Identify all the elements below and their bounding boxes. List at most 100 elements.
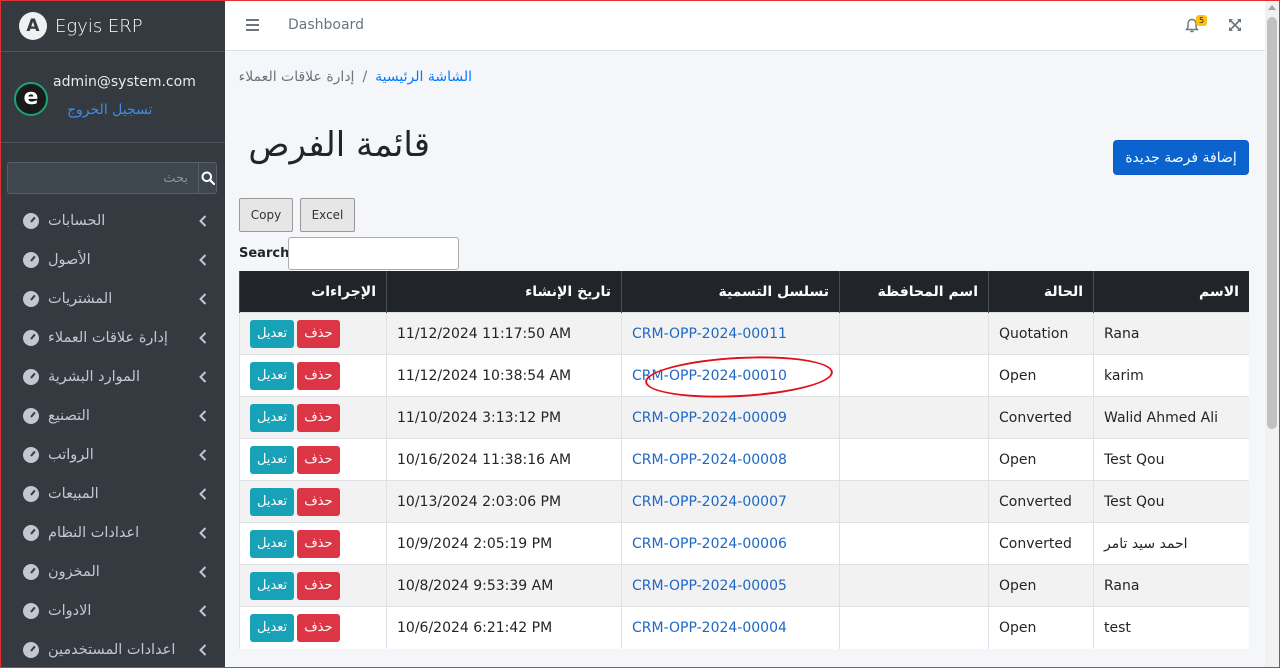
excel-button[interactable]: Excel xyxy=(300,198,355,232)
delete-button[interactable]: حذف xyxy=(297,613,340,642)
topbar: Dashboard 5 xyxy=(225,1,1265,51)
col-header-naming-series[interactable]: تسلسل التسمية xyxy=(621,271,840,313)
search-button[interactable] xyxy=(198,162,217,194)
table-search-input[interactable] xyxy=(288,237,459,270)
brand[interactable]: A Egyis ERP xyxy=(1,1,225,52)
search-icon xyxy=(201,171,215,185)
naming-series-link[interactable]: CRM-OPP-2024-00011 xyxy=(632,326,787,342)
cell-status: Converted xyxy=(988,522,1094,565)
edit-button[interactable]: تعديل xyxy=(250,529,295,558)
sidebar-item[interactable]: اعدادات النظام xyxy=(1,513,225,552)
naming-series-link[interactable]: CRM-OPP-2024-00004 xyxy=(632,620,787,636)
table-row[interactable]: Rana Open CRM-OPP-2024-00005 10/8/2024 9:53… xyxy=(239,564,1249,607)
cell-governorate xyxy=(839,396,989,439)
cell-governorate xyxy=(839,312,989,355)
sidebar-item[interactable]: الموارد البشرية xyxy=(1,357,225,396)
sidebar-item[interactable]: المشتريات xyxy=(1,279,225,318)
sidebar-item[interactable]: الأصول xyxy=(1,240,225,279)
col-header-created[interactable]: تاريخ الإنشاء xyxy=(386,271,622,313)
sidebar-item-group: اعدادات النظام xyxy=(23,524,139,541)
delete-button[interactable]: حذف xyxy=(297,487,340,516)
breadcrumb: الشاشة الرئيسية / إدارة علاقات العملاء xyxy=(239,69,472,85)
delete-button[interactable]: حذف xyxy=(297,319,340,348)
table-row[interactable]: Rana Quotation CRM-OPP-2024-00011 11/12/202… xyxy=(239,312,1249,355)
chevron-left-icon xyxy=(199,214,207,227)
dashboard-gauge-icon xyxy=(23,368,39,385)
table-row[interactable]: Walid Ahmed Ali Converted CRM-OPP-2024-000… xyxy=(239,396,1249,439)
delete-button[interactable]: حذف xyxy=(297,529,340,558)
dashboard-gauge-icon xyxy=(23,602,39,619)
cell-governorate xyxy=(839,354,989,397)
table-row[interactable]: Test Qou Converted CRM-OPP-2024-00007 10/13… xyxy=(239,480,1249,523)
col-header-governorate[interactable]: اسم المحافظة xyxy=(839,271,989,313)
table-header-row: الاسم الحالة اسم المحافظة تسلسل التسمية … xyxy=(239,271,1249,313)
sidebar-item[interactable]: إدارة علاقات العملاء xyxy=(1,318,225,357)
sidebar-item-group: الرواتب xyxy=(23,446,94,463)
sidebar-item-label: التصنيع xyxy=(48,407,90,424)
sidebar-item-label: المشتريات xyxy=(48,290,113,307)
sidebar-item-group: الأصول xyxy=(23,251,91,268)
avatar[interactable]: e xyxy=(14,82,48,116)
copy-button[interactable]: Copy xyxy=(239,198,293,232)
cell-created: 11/12/2024 11:17:50 AM xyxy=(386,312,622,355)
edit-button[interactable]: تعديل xyxy=(250,445,295,474)
naming-series-link[interactable]: CRM-OPP-2024-00009 xyxy=(632,410,787,426)
cell-status: Converted xyxy=(988,396,1094,439)
sidebar-item[interactable]: المبيعات xyxy=(1,474,225,513)
scroll-thumb[interactable] xyxy=(1267,17,1277,429)
edit-button[interactable]: تعديل xyxy=(250,403,295,432)
delete-button[interactable]: حذف xyxy=(297,403,340,432)
dashboard-gauge-icon xyxy=(23,485,39,502)
sidebar-item[interactable]: الحسابات xyxy=(1,201,225,240)
cell-name: karim xyxy=(1093,354,1249,397)
sidebar-item-label: الرواتب xyxy=(48,446,94,463)
sidebar-item[interactable]: اعدادات المستخدمين xyxy=(1,630,225,667)
cell-status: Open xyxy=(988,354,1094,397)
sidebar-item[interactable]: التصنيع xyxy=(1,396,225,435)
table-row[interactable]: احمد سيد تامر Converted CRM-OPP-2024-00006… xyxy=(239,522,1249,565)
edit-button[interactable]: تعديل xyxy=(250,487,295,516)
edit-button[interactable]: تعديل xyxy=(250,571,295,600)
naming-series-link[interactable]: CRM-OPP-2024-00008 xyxy=(632,452,787,468)
sidebar-item-group: المبيعات xyxy=(23,485,99,502)
edit-button[interactable]: تعديل xyxy=(250,319,295,348)
delete-button[interactable]: حذف xyxy=(297,571,340,600)
cell-created: 10/13/2024 2:03:06 PM xyxy=(386,480,622,523)
scroll-up-icon[interactable] xyxy=(1268,5,1276,10)
delete-button[interactable]: حذف xyxy=(297,361,340,390)
col-header-name[interactable]: الاسم xyxy=(1093,271,1249,313)
cell-name: Rana xyxy=(1093,312,1249,355)
user-email[interactable]: admin@system.com xyxy=(53,74,196,90)
sidebar-item-group: المشتريات xyxy=(23,290,113,307)
sidebar-item-group: الموارد البشرية xyxy=(23,368,140,385)
logout-link[interactable]: تسجيل الخروج xyxy=(67,102,152,118)
col-header-status[interactable]: الحالة xyxy=(988,271,1094,313)
cell-name: Test Qou xyxy=(1093,480,1249,523)
add-opportunity-button[interactable]: إضافة فرصة جديدة xyxy=(1113,140,1249,175)
naming-series-link[interactable]: CRM-OPP-2024-00005 xyxy=(632,578,787,594)
dashboard-link[interactable]: Dashboard xyxy=(288,17,364,33)
sidebar-item[interactable]: الادوات xyxy=(1,591,225,630)
menu-toggle-icon[interactable] xyxy=(246,19,259,34)
sidebar-item[interactable]: المخزون xyxy=(1,552,225,591)
naming-series-link[interactable]: CRM-OPP-2024-00007 xyxy=(632,494,787,510)
dashboard-gauge-icon xyxy=(23,563,39,580)
sidebar-item-label: الموارد البشرية xyxy=(48,368,140,385)
edit-button[interactable]: تعديل xyxy=(250,361,295,390)
breadcrumb-home[interactable]: الشاشة الرئيسية xyxy=(375,69,472,85)
naming-series-link[interactable]: CRM-OPP-2024-00006 xyxy=(632,536,787,552)
sidebar-item[interactable]: الرواتب xyxy=(1,435,225,474)
page-scrollbar[interactable] xyxy=(1265,1,1279,667)
delete-button[interactable]: حذف xyxy=(297,445,340,474)
sidebar-search-input[interactable] xyxy=(7,162,198,194)
table-row[interactable]: karim Open CRM-OPP-2024-00010 11/12/2024 10… xyxy=(239,354,1249,397)
table-row[interactable]: test Open CRM-OPP-2024-00004 10/6/2024 6:21… xyxy=(239,606,1249,649)
chevron-left-icon xyxy=(199,448,207,461)
table-row[interactable]: Test Qou Open CRM-OPP-2024-00008 10/16/2024… xyxy=(239,438,1249,481)
fullscreen-icon[interactable] xyxy=(1228,18,1242,32)
naming-series-link[interactable]: CRM-OPP-2024-00010 xyxy=(632,368,787,384)
chevron-left-icon xyxy=(199,409,207,422)
sidebar-item-label: إدارة علاقات العملاء xyxy=(48,329,168,346)
cell-name: احمد سيد تامر xyxy=(1093,522,1249,565)
edit-button[interactable]: تعديل xyxy=(250,613,295,642)
